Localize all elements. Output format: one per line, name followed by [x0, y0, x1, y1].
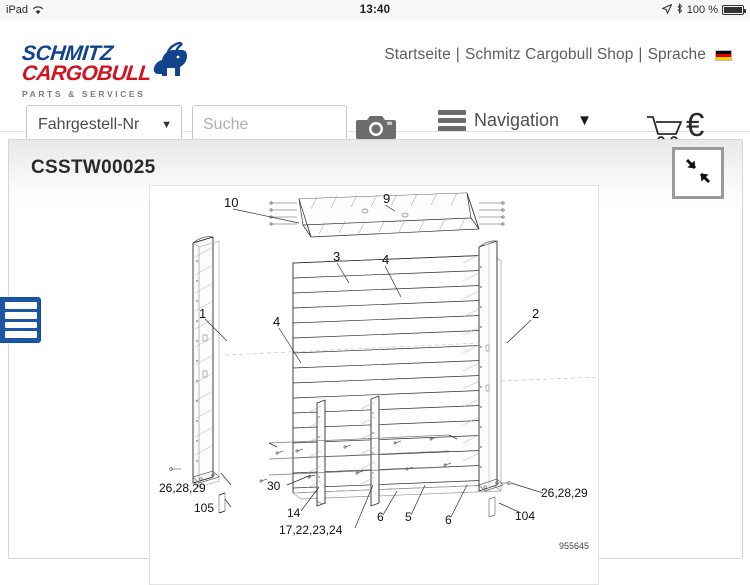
callout-10: 10: [224, 195, 238, 210]
battery-percent-label: 100 %: [687, 4, 718, 16]
technical-exploded-drawing[interactable]: 10 9 3 4 1 4 2 26,28,29 105 30 14 17,22,…: [149, 185, 731, 557]
hamburger-icon: [438, 110, 466, 131]
top-navigation: Startseite | Schmitz Cargobull Shop | Sp…: [384, 46, 732, 64]
chevron-down-icon: ▼: [161, 119, 172, 131]
callout-2: 2: [532, 306, 539, 321]
nav-separator-1: |: [456, 46, 460, 64]
brand-logo[interactable]: SCHMITZ CARGOBULL PARTS & SERVICES: [22, 44, 202, 108]
battery-full-icon: [722, 5, 744, 15]
nav-link-startseite[interactable]: Startseite: [384, 46, 450, 64]
navigation-label: Navigation: [474, 110, 559, 131]
callout-17-22-23-24: 17,22,23,24: [279, 523, 343, 537]
drawing-number: 955645: [559, 541, 589, 551]
callout-5: 5: [405, 510, 412, 524]
logo-tagline: PARTS & SERVICES: [22, 89, 147, 99]
callout-3: 3: [333, 249, 340, 264]
status-clock: 13:40: [0, 4, 750, 16]
page-title: CSSTW00025: [31, 157, 155, 179]
content-card: CSSTW00025: [8, 139, 743, 559]
elephant-icon: [144, 40, 196, 89]
nav-link-shop[interactable]: Schmitz Cargobull Shop: [465, 46, 633, 64]
bluetooth-icon: [676, 3, 683, 17]
callout-26-28-29-right: 26,28,29: [541, 486, 588, 500]
callout-104: 104: [515, 509, 535, 523]
callout-6-left: 6: [377, 510, 384, 524]
logo-wordmark: SCHMITZ CARGOBULL PARTS & SERVICES: [22, 44, 147, 99]
ios-status-bar: iPad 13:40 100 %: [0, 0, 750, 20]
search-input-placeholder: Suche: [203, 116, 248, 134]
nav-link-sprache[interactable]: Sprache: [648, 46, 706, 64]
callout-6-right: 6: [445, 513, 452, 527]
german-flag-icon[interactable]: [715, 50, 732, 61]
callout-14: 14: [287, 506, 301, 520]
callout-9: 9: [383, 191, 390, 206]
list-panel-icon: [5, 322, 37, 329]
sidebar-list-toggle[interactable]: [0, 297, 41, 343]
nav-separator-2: |: [638, 46, 642, 64]
list-panel-icon: [5, 312, 37, 319]
location-arrow-icon: [662, 4, 672, 17]
list-panel-icon: [5, 331, 37, 338]
navigation-menu-button[interactable]: Navigation ▼: [438, 110, 592, 131]
chevron-down-icon: ▼: [577, 112, 592, 129]
status-right-group: 100 %: [662, 3, 744, 17]
list-panel-icon: [5, 302, 37, 309]
callout-4-top: 4: [382, 252, 389, 267]
search-category-value: Fahrgestell-Nr: [38, 116, 139, 134]
callout-30: 30: [267, 479, 281, 493]
logo-line-schmitz: SCHMITZ: [21, 44, 148, 64]
callout-26-28-29-left: 26,28,29: [159, 481, 206, 495]
callout-4-left: 4: [273, 314, 280, 329]
callout-1: 1: [199, 306, 206, 321]
logo-line-cargobull: CARGOBULL: [21, 64, 148, 84]
callout-105: 105: [194, 501, 214, 515]
site-header: SCHMITZ CARGOBULL PARTS & SERVICES Start…: [0, 20, 750, 132]
